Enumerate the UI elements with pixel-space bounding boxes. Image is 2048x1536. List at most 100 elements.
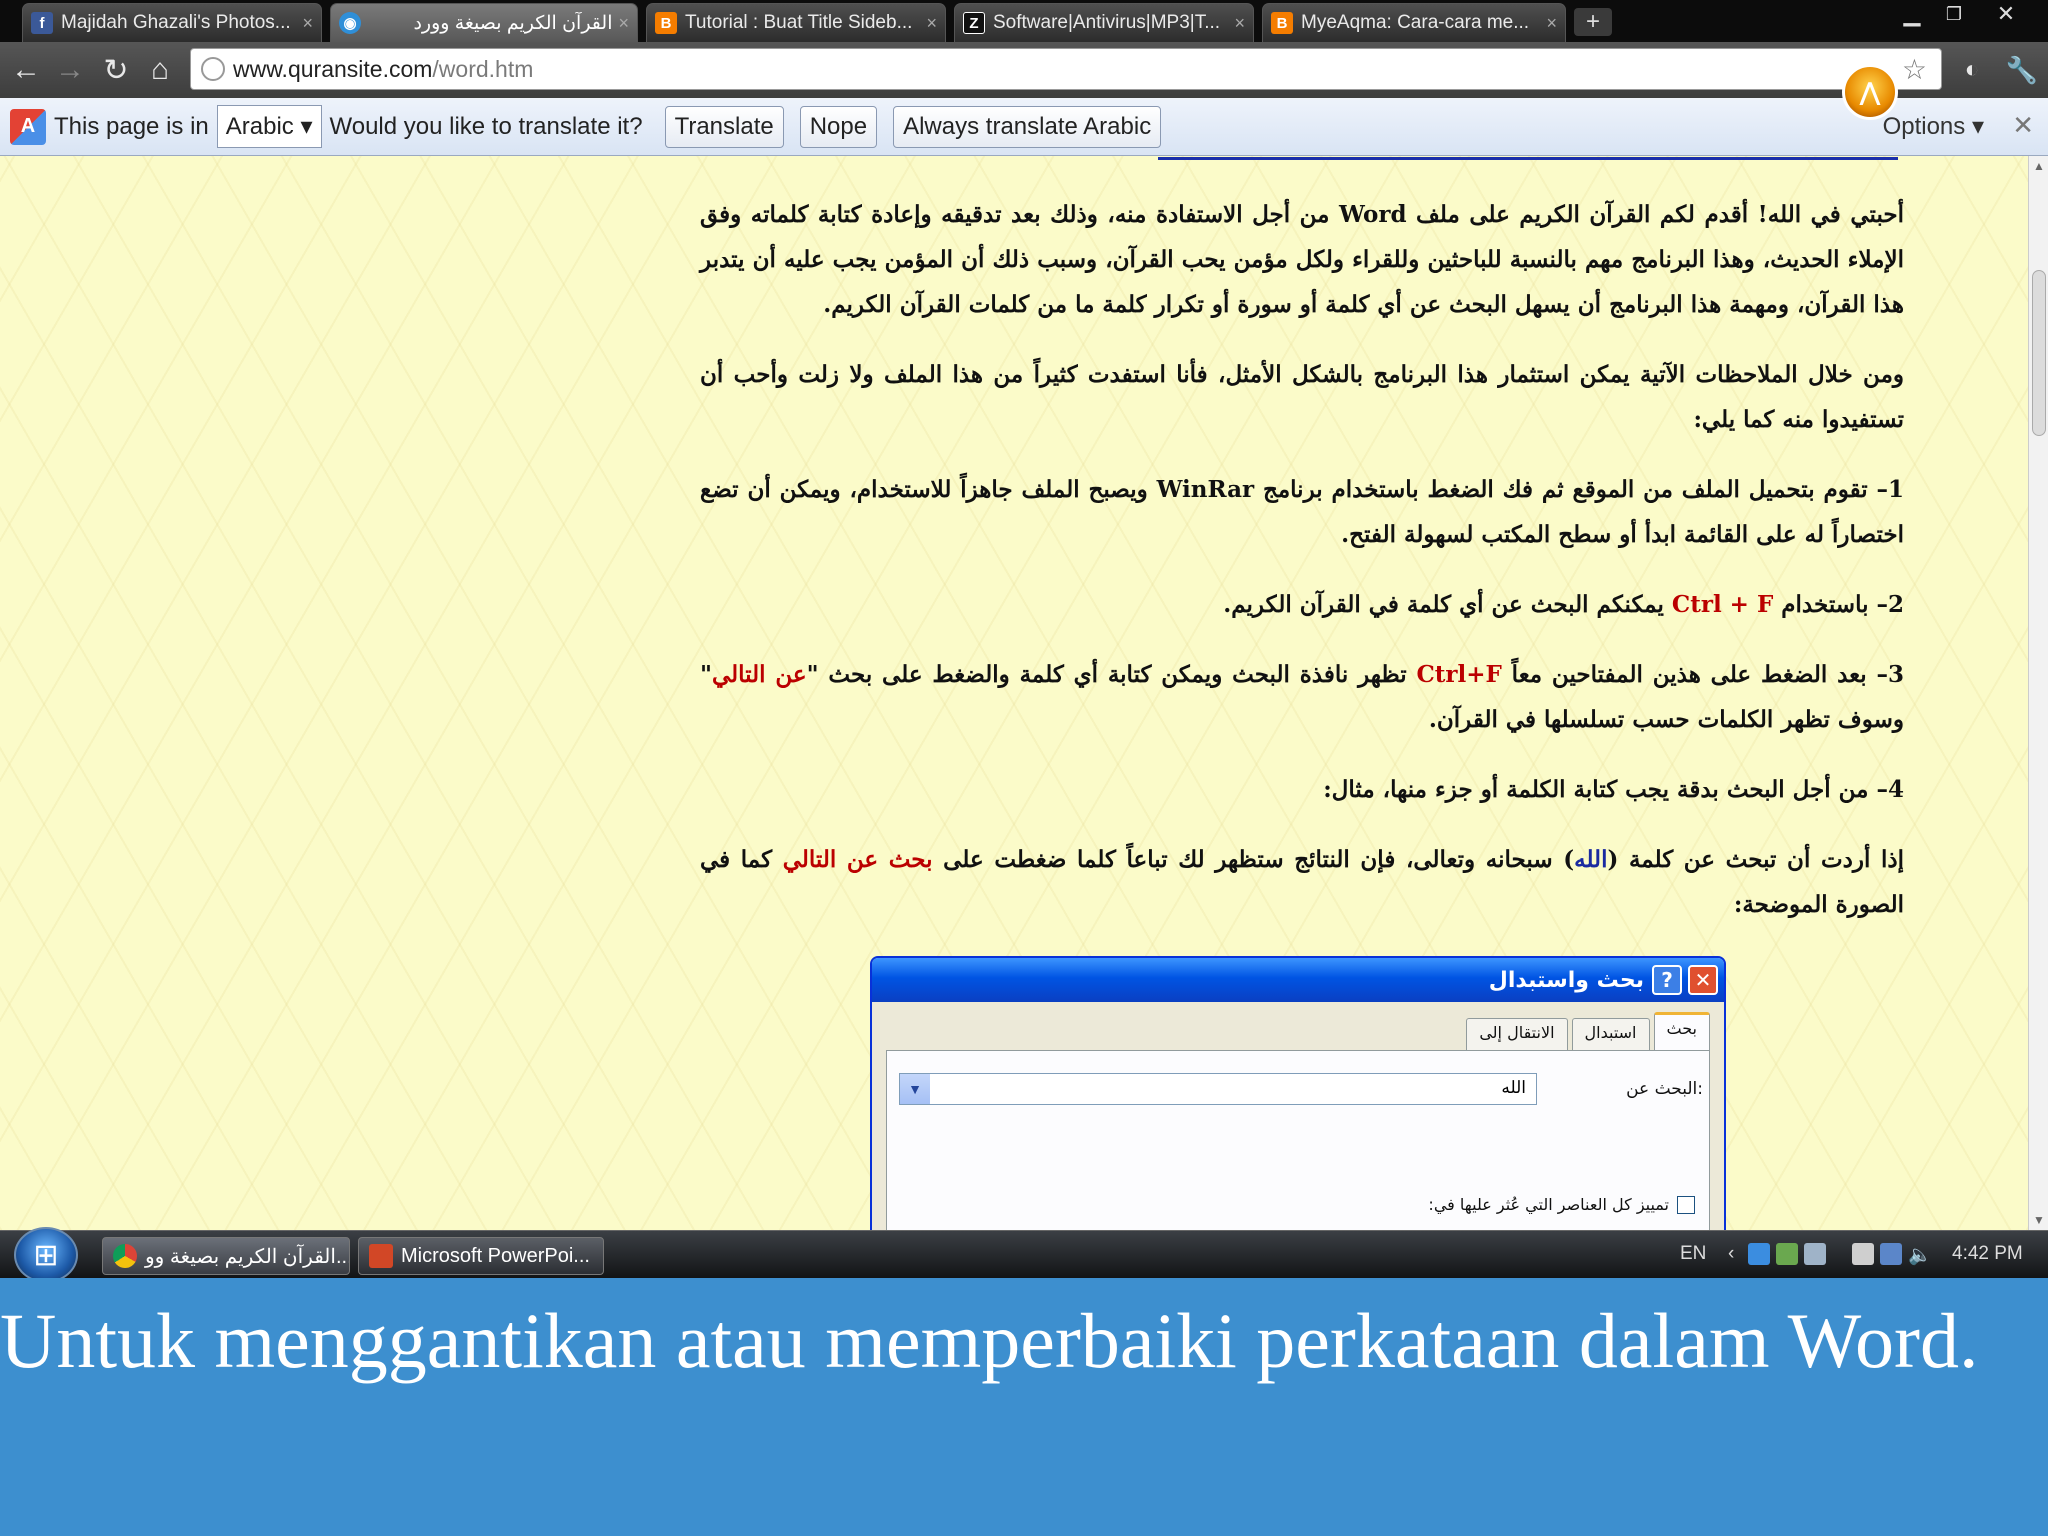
screen: f Majidah Ghazali's Photos... × ◉ القرآن… bbox=[0, 0, 2048, 1536]
article-body: أحبتي في الله! أقدم لكم القرآن الكريم عل… bbox=[700, 192, 1904, 952]
shortcut-ctrl-f: Ctrl + F bbox=[1671, 591, 1774, 618]
close-icon[interactable]: × bbox=[1546, 13, 1557, 34]
forward-icon[interactable]: → bbox=[52, 52, 88, 88]
page-info-icon[interactable] bbox=[201, 57, 225, 81]
text: 2– باستخدام bbox=[1773, 591, 1904, 618]
paragraph: إذا أردت أن تبحث عن كلمة (الله) سبحانه و… bbox=[700, 837, 1904, 927]
windows-taskbar: ⊞ القرآن الكريم بصيغة وو... Microsoft Po… bbox=[0, 1227, 2048, 1283]
options-label: Options bbox=[1882, 113, 1966, 140]
close-icon[interactable]: × bbox=[926, 13, 937, 34]
find-next-term: بحث عن التالي bbox=[782, 846, 933, 873]
translate-infobar: A This page is in Arabic ▾ Would you lik… bbox=[0, 98, 2048, 156]
battery-icon[interactable] bbox=[1852, 1243, 1874, 1265]
scroll-down-icon[interactable]: ▼ bbox=[2029, 1210, 2048, 1230]
shortcut-ctrl-f: Ctrl+F bbox=[1416, 661, 1502, 688]
home-icon[interactable]: ⌂ bbox=[142, 52, 178, 88]
tab-replace: استبدال bbox=[1571, 1018, 1650, 1050]
infobar-close-icon[interactable]: ✕ bbox=[2012, 110, 2034, 141]
tab-quran-word[interactable]: ◉ القرآن الكريم بصيغة وورد × bbox=[330, 3, 638, 42]
options-menu[interactable]: Options ▾ bbox=[1883, 112, 1984, 141]
tray-expand-icon[interactable]: ‹ bbox=[1728, 1243, 1734, 1265]
close-icon[interactable]: × bbox=[618, 13, 629, 34]
page-scrollbar[interactable]: ▲ ▼ bbox=[2028, 156, 2048, 1230]
powerpoint-icon bbox=[369, 1244, 393, 1268]
connection-icon[interactable] bbox=[1880, 1243, 1902, 1265]
tab-label: Software|Antivirus|MP3|T... bbox=[993, 12, 1221, 33]
tab-myeaqma[interactable]: B MyeAqma: Cara-cara me... × bbox=[1262, 3, 1566, 42]
close-icon: ✕ bbox=[1688, 965, 1718, 995]
find-what-field: الله ▼ bbox=[899, 1073, 1537, 1105]
tab-facebook-photos[interactable]: f Majidah Ghazali's Photos... × bbox=[22, 3, 322, 42]
translate-prefix: This page is in bbox=[54, 112, 209, 140]
address-bar[interactable]: www.quransite.com/word.htm ☆ bbox=[190, 48, 1942, 90]
quran-extension-icon[interactable]: ⋀ bbox=[1842, 64, 1898, 120]
dialog-tabs: بحث استبدال الانتقال إلى bbox=[1466, 1012, 1710, 1050]
window-close-icon[interactable]: ✕ bbox=[1986, 0, 2026, 28]
text: تظهر نافذة البحث ويمكن كتابة أي كلمة وال… bbox=[806, 661, 1417, 688]
task-powerpoint[interactable]: Microsoft PowerPoi... bbox=[358, 1237, 604, 1275]
text: إذا أردت أن تبحث عن كلمة ( bbox=[1607, 846, 1905, 873]
caption-text: Untuk menggantikan atau memperbaiki perk… bbox=[0, 1297, 1979, 1384]
browser-tabstrip: f Majidah Ghazali's Photos... × ◉ القرآن… bbox=[0, 0, 2048, 42]
top-link-underline[interactable] bbox=[1158, 156, 1898, 160]
find-replace-dialog-image: ✕ ? بحث واستبدال بحث استبدال الانتقال إل… bbox=[870, 956, 1726, 1230]
paragraph: أحبتي في الله! أقدم لكم القرآن الكريم عل… bbox=[700, 201, 1904, 318]
back-icon[interactable]: ← bbox=[8, 52, 44, 88]
highlight-label: تمييز كل العناصر التي عُثر عليها في: bbox=[1428, 1195, 1669, 1214]
chrome-icon bbox=[113, 1244, 137, 1268]
monitor-icon[interactable] bbox=[1804, 1243, 1826, 1265]
new-tab-button[interactable]: + bbox=[1574, 8, 1612, 36]
web-page: أحبتي في الله! أقدم لكم القرآن الكريم عل… bbox=[0, 156, 2028, 1230]
tab-label: MyeAqma: Cara-cara me... bbox=[1301, 12, 1530, 33]
close-icon[interactable]: × bbox=[1234, 13, 1245, 34]
volume-icon[interactable]: 🔈 bbox=[1908, 1243, 1932, 1267]
network-icon[interactable] bbox=[1776, 1243, 1798, 1265]
minimize-icon[interactable]: ▁ bbox=[1892, 0, 1932, 28]
wrench-icon[interactable]: 🔧 bbox=[2004, 52, 2040, 88]
scroll-up-icon[interactable]: ▲ bbox=[2029, 156, 2048, 176]
highlight-option: تمييز كل العناصر التي عُثر عليها في: bbox=[1428, 1195, 1695, 1214]
chevron-down-icon: ▼ bbox=[900, 1074, 930, 1104]
task-chrome[interactable]: القرآن الكريم بصيغة وو... bbox=[102, 1237, 350, 1275]
always-translate-button[interactable]: Always translate Arabic bbox=[893, 105, 1162, 148]
chevron-down-icon: ▾ bbox=[1971, 113, 1984, 140]
nope-button[interactable]: Nope bbox=[799, 105, 878, 148]
blogger-icon: B bbox=[1271, 12, 1293, 34]
translate-icon: A bbox=[10, 108, 46, 145]
text: يمكنكم البحث عن أي كلمة في القرآن الكريم… bbox=[1223, 591, 1672, 618]
facebook-icon: f bbox=[31, 12, 53, 34]
find-value: الله bbox=[1501, 1078, 1526, 1097]
paragraph: 4– من أجل البحث بدقة يجب كتابة الكلمة أو… bbox=[1323, 776, 1904, 803]
tab-label: Majidah Ghazali's Photos... bbox=[61, 12, 291, 33]
chevron-down-icon: ▾ bbox=[300, 113, 313, 140]
tab-label: القرآن الكريم بصيغة وورد bbox=[413, 12, 613, 34]
text: ) سبحانه وتعالى، فإن النتائج ستظهر لك تب… bbox=[932, 846, 1575, 873]
task-label: القرآن الكريم بصيغة وو... bbox=[145, 1245, 349, 1268]
tab-tutorial[interactable]: B Tutorial : Buat Title Sideb... × bbox=[646, 3, 946, 42]
paragraph: 3– بعد الضغط على هذين المفتاحين معاً Ctr… bbox=[700, 652, 1904, 742]
extension-icon[interactable]: ◐ bbox=[1954, 52, 1990, 88]
clock[interactable]: 4:42 PM bbox=[1952, 1243, 2023, 1265]
highlighted-word: الله bbox=[1574, 846, 1608, 873]
find-next-term: عن التالي bbox=[711, 661, 807, 688]
tab-goto: الانتقال إلى bbox=[1466, 1018, 1568, 1050]
text: 3– بعد الضغط على هذين المفتاحين معاً bbox=[1501, 661, 1904, 688]
language-value: Arabic bbox=[225, 113, 294, 140]
restore-icon[interactable]: ❐ bbox=[1934, 0, 1974, 28]
close-icon[interactable]: × bbox=[302, 13, 313, 34]
task-label: Microsoft PowerPoi... bbox=[401, 1244, 590, 1267]
windows-start-icon[interactable]: ⊞ bbox=[14, 1227, 78, 1283]
reload-icon[interactable]: ↻ bbox=[98, 52, 134, 88]
browser-toolbar: ← → ↻ ⌂ www.quransite.com/word.htm ☆ ◐ 🔧 bbox=[0, 42, 2048, 98]
language-indicator[interactable]: EN bbox=[1680, 1243, 1706, 1265]
tab-software[interactable]: Z Software|Antivirus|MP3|T... × bbox=[954, 3, 1254, 42]
bluetooth-icon[interactable] bbox=[1748, 1243, 1770, 1265]
blogger-icon: B bbox=[655, 12, 677, 34]
dialog-title: بحث واستبدال bbox=[1488, 967, 1644, 993]
language-select[interactable]: Arabic ▾ bbox=[216, 105, 322, 148]
scroll-thumb[interactable] bbox=[2032, 270, 2046, 436]
translate-button[interactable]: Translate bbox=[664, 105, 784, 148]
z-icon: Z bbox=[963, 12, 985, 34]
bookmark-star-icon[interactable]: ☆ bbox=[1902, 53, 1927, 86]
url-host: www.quransite.com bbox=[233, 55, 433, 82]
